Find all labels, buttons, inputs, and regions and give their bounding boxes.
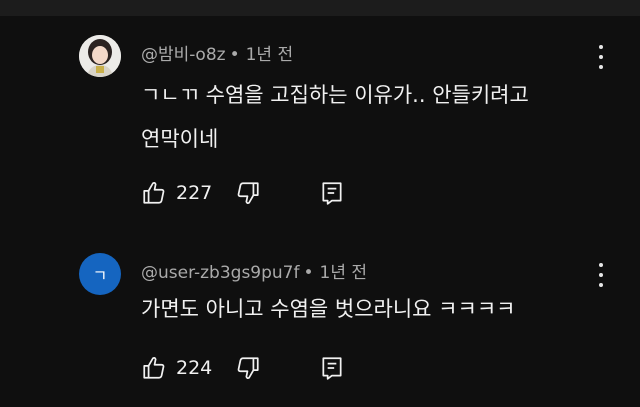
comment-time[interactable]: 1년 전 <box>246 45 294 65</box>
comment-text-line: 연막이네 <box>141 127 219 151</box>
comment-meta: @밤비-o8z • 1년 전 <box>141 40 293 65</box>
avatar[interactable]: ㄱ <box>79 253 121 295</box>
meta-separator: • <box>229 45 240 65</box>
reply-icon[interactable] <box>319 355 345 381</box>
comment-text-line: ㄱㄴㄲ 수염을 고집하는 이유가.. 안들키려고 <box>141 83 529 107</box>
comment-text-line: 가면도 아니고 수염을 벗으라니요 ㅋㅋㅋㅋ <box>141 297 516 321</box>
comment-text: 가면도 아니고 수염을 벗으라니요 ㅋㅋㅋㅋ <box>141 287 591 331</box>
top-bar <box>0 0 640 16</box>
like-count: 224 <box>176 357 213 379</box>
thumb-down-icon[interactable] <box>235 355 261 381</box>
thumb-up-icon[interactable] <box>141 180 167 206</box>
comment-text: ㄱㄴㄲ 수염을 고집하는 이유가.. 안들키려고 연막이네 <box>141 73 591 161</box>
thumb-down-icon[interactable] <box>235 180 261 206</box>
thumb-up-icon[interactable] <box>141 355 167 381</box>
comment-actions: 227 <box>141 180 361 208</box>
reply-icon[interactable] <box>319 180 345 206</box>
more-vert-icon[interactable] <box>594 263 608 287</box>
comment-meta: @user-zb3gs9pu7f • 1년 전 <box>141 258 367 283</box>
avatar[interactable] <box>79 35 121 77</box>
avatar-photo-icon <box>79 35 121 77</box>
like-count: 227 <box>176 182 213 204</box>
avatar-initial: ㄱ <box>92 266 108 285</box>
more-vert-icon[interactable] <box>594 45 608 69</box>
meta-separator: • <box>303 263 314 283</box>
comment-time[interactable]: 1년 전 <box>320 263 368 283</box>
comment-actions: 224 <box>141 355 361 383</box>
comment-author[interactable]: @user-zb3gs9pu7f <box>141 263 300 283</box>
comment-author[interactable]: @밤비-o8z <box>141 45 226 65</box>
